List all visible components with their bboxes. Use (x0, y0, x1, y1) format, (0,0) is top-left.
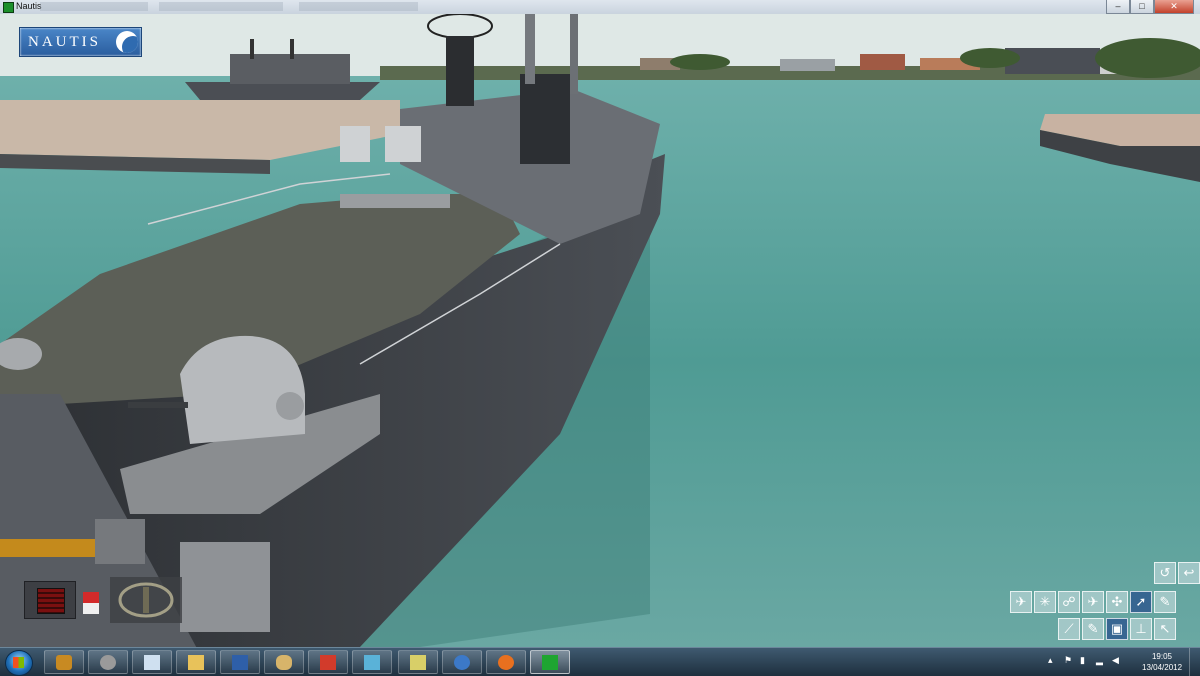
cam-btn-10[interactable]: ✎ (1082, 618, 1104, 640)
taskbar-app-thunderbird[interactable] (442, 650, 482, 674)
taskbar-app-hand[interactable] (264, 650, 304, 674)
firefox-icon (498, 655, 514, 670)
minimize-button[interactable]: – (1106, 0, 1130, 14)
pen-icon: ✎ (1087, 621, 1099, 636)
close-button[interactable]: ✕ (1154, 0, 1194, 14)
taskbar-app-security[interactable] (44, 650, 84, 674)
status-indicator (83, 592, 99, 614)
taskbar-app-chat[interactable] (398, 650, 438, 674)
volume-icon[interactable]: ◀ (1112, 656, 1121, 665)
secondary-mast (570, 14, 578, 94)
arrow-icon: ↖ (1159, 621, 1171, 636)
helicopter-view-icon: ✣ (1111, 594, 1123, 609)
word-document-icon (232, 655, 248, 670)
cam-btn-8[interactable]: ✎ (1154, 591, 1176, 613)
side-box (95, 519, 145, 564)
start-button[interactable] (5, 650, 33, 676)
window-controls: – □ ✕ (1106, 0, 1194, 14)
funnel (520, 74, 570, 164)
undo-icon: ↺ (1159, 565, 1171, 580)
side-cabinet (180, 542, 270, 632)
hand-tool-icon (276, 655, 292, 670)
chat-app-icon (410, 655, 426, 670)
show-desktop-button[interactable] (1189, 648, 1200, 676)
harbor-scene (0, 14, 1200, 647)
windows-logo-icon (13, 657, 24, 668)
throttle-panel[interactable] (24, 581, 76, 619)
blurred-title-text (40, 2, 580, 11)
radar-tower (446, 36, 474, 106)
taskbar-app-word[interactable] (220, 650, 260, 674)
cam-btn-6[interactable]: ✣ (1106, 591, 1128, 613)
clock-time: 19:05 (1151, 652, 1173, 661)
taskbar: ▴ ⚑ ▮ ▂ ◀ 19:05 13/04/2012 (0, 647, 1200, 676)
taskbar-app-nautis[interactable] (530, 650, 570, 674)
status-white (83, 603, 99, 614)
action-center-flag-icon[interactable]: ⚑ (1064, 656, 1073, 665)
taskbar-app-gmail[interactable] (308, 650, 348, 674)
system-tray: ▴ ⚑ ▮ ▂ ◀ 19:05 13/04/2012 (1040, 648, 1200, 676)
maximize-button[interactable]: □ (1130, 0, 1154, 14)
power-icon[interactable]: ▮ (1080, 656, 1089, 665)
file-explorer-icon (188, 655, 204, 670)
security-shield-icon (56, 655, 72, 670)
thunderbird-mail-icon (454, 655, 470, 670)
aircraft-icon: ✈ (1015, 594, 1027, 609)
far-ship-mast-2 (290, 39, 294, 59)
status-red (83, 592, 99, 603)
taskbar-clock[interactable]: 19:05 13/04/2012 (1142, 651, 1182, 673)
settings-gear-icon (100, 655, 116, 670)
notepad-icon (144, 655, 160, 670)
return-icon: ↩ (1183, 565, 1195, 580)
taskbar-app-tablet[interactable] (352, 650, 392, 674)
far-ship-hull (185, 82, 380, 100)
rifle-icon: ⟋ (1064, 621, 1074, 636)
wrench-view-icon: ✎ (1159, 594, 1171, 609)
cam-btn-13[interactable]: ↖ (1154, 618, 1176, 640)
logo-text: NAUTIS (28, 34, 101, 50)
cam-btn-1[interactable]: ↩ (1178, 562, 1200, 584)
cam-btn-5[interactable]: ✈ (1082, 591, 1104, 613)
tray-expand-icon[interactable]: ▴ (1048, 656, 1057, 665)
nautis-app-icon (3, 2, 14, 13)
gmail-icon (320, 655, 336, 670)
tablet-app-icon (364, 655, 380, 670)
figure-view-icon: ☍ (1062, 594, 1076, 609)
camera-icon: ▣ (1110, 621, 1124, 636)
cam-btn-9[interactable]: ⟋ (1058, 618, 1080, 640)
window-title-bar: Nautis – □ ✕ (0, 0, 1200, 15)
window-title: Nautis (16, 1, 42, 11)
pointer-view-icon: ➚ (1135, 594, 1147, 609)
taskbar-app-notepad[interactable] (132, 650, 172, 674)
star-view-icon: ✳ (1039, 594, 1051, 609)
simulator-viewport[interactable]: NAUTIS (0, 14, 1200, 647)
media-player-icon (542, 655, 558, 670)
throttle-icon (37, 588, 65, 614)
taskbar-app-settings[interactable] (88, 650, 128, 674)
cam-btn-12[interactable]: ⊥ (1130, 618, 1152, 640)
clock-date: 13/04/2012 (1142, 663, 1183, 672)
taskbar-app-explorer[interactable] (176, 650, 216, 674)
cam-btn-0[interactable]: ↺ (1154, 562, 1176, 584)
hazard-stripe (0, 539, 95, 557)
cam-btn-7[interactable]: ➚ (1130, 591, 1152, 613)
main-mast (525, 14, 535, 84)
helm-wheel-control[interactable] (110, 577, 182, 623)
far-ship-mast (250, 39, 254, 59)
pin-icon: ⊥ (1135, 621, 1147, 636)
taskbar-app-firefox[interactable] (486, 650, 526, 674)
network-signal-icon[interactable]: ▂ (1096, 656, 1105, 665)
plane-view-icon: ✈ (1087, 594, 1099, 609)
cam-btn-3[interactable]: ✳ (1034, 591, 1056, 613)
cam-btn-4[interactable]: ☍ (1058, 591, 1080, 613)
camera-view-controls: ↺ ↩ ✈ ✳ ☍ ✈ ✣ ➚ ✎ ⟋ ✎ ▣ ⊥ ↖ (1010, 560, 1200, 644)
wave-logo-icon (116, 31, 138, 53)
cam-btn-11[interactable]: ▣ (1106, 618, 1128, 640)
cam-btn-2[interactable]: ✈ (1010, 591, 1032, 613)
nautis-logo: NAUTIS (19, 27, 142, 57)
